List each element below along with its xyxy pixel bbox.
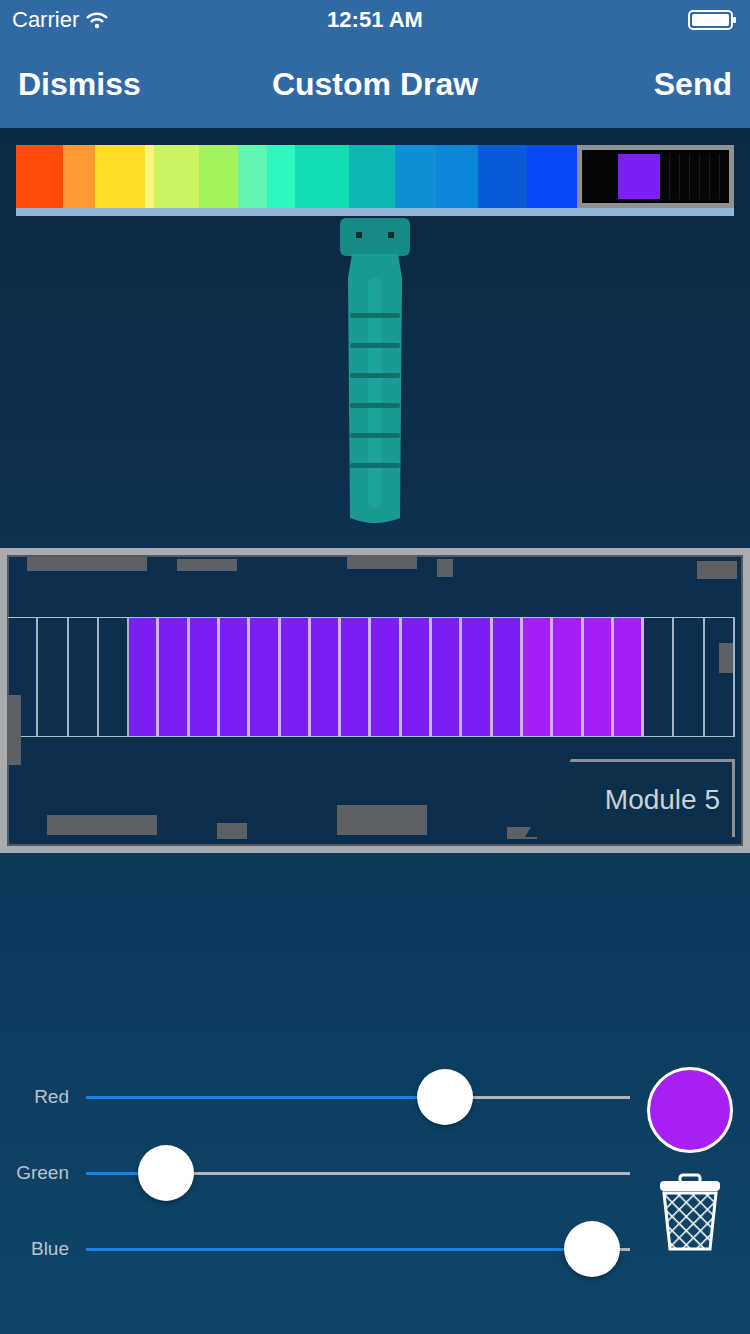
- led-cell[interactable]: [584, 618, 614, 736]
- led-cell[interactable]: [705, 618, 735, 736]
- led-cell[interactable]: [493, 618, 523, 736]
- module-label: Module 5: [605, 784, 720, 816]
- slider-track: [86, 1096, 630, 1099]
- frame-detail: [697, 561, 737, 579]
- grip-photo: [338, 218, 412, 526]
- frame-detail: [177, 559, 237, 571]
- slider-fill: [86, 1248, 592, 1251]
- color-swatch[interactable]: [527, 145, 576, 208]
- color-swatch[interactable]: [95, 145, 145, 208]
- module-label-panel: Module 5: [525, 759, 735, 837]
- battery-group: [423, 9, 738, 31]
- led-cell[interactable]: [38, 618, 68, 736]
- color-palette: [16, 145, 734, 216]
- thumb-dark: [586, 154, 618, 199]
- trash-icon: [658, 1173, 722, 1251]
- led-cell[interactable]: [250, 618, 280, 736]
- slider-thumb[interactable]: [417, 1069, 473, 1125]
- led-cell[interactable]: [190, 618, 220, 736]
- slider-fill: [86, 1096, 445, 1099]
- color-swatch[interactable]: [145, 145, 155, 208]
- slider-label: Red: [0, 1086, 69, 1108]
- color-swatch[interactable]: [349, 145, 395, 208]
- trash-button[interactable]: [658, 1173, 722, 1255]
- nav-title: Custom Draw: [272, 66, 478, 103]
- led-cell[interactable]: [402, 618, 432, 736]
- frame-detail: [337, 805, 427, 835]
- led-cell[interactable]: [371, 618, 401, 736]
- led-cell[interactable]: [644, 618, 674, 736]
- send-button[interactable]: Send: [478, 66, 732, 103]
- slider-list: Red Green Blue: [0, 1059, 630, 1287]
- slider-label: Green: [0, 1162, 69, 1184]
- nav-bar: DismissCustom DrawSend: [0, 40, 750, 128]
- status-bar: Carrier 12:51 AM: [0, 0, 750, 40]
- led-cell[interactable]: [220, 618, 250, 736]
- battery-icon: [688, 9, 738, 31]
- led-cell[interactable]: [69, 618, 99, 736]
- color-swatch[interactable]: [478, 145, 527, 208]
- led-cell[interactable]: [432, 618, 462, 736]
- color-swatch[interactable]: [395, 145, 436, 208]
- module-frame: Module 5: [0, 548, 750, 853]
- color-swatch[interactable]: [199, 145, 238, 208]
- thumb-stripe: [618, 154, 660, 199]
- led-cell[interactable]: [341, 618, 371, 736]
- carrier-label: Carrier: [12, 7, 79, 33]
- color-swatch[interactable]: [16, 145, 63, 208]
- color-controls: Red Green Blue: [0, 1059, 750, 1334]
- preview-column: [630, 1059, 750, 1287]
- frame-detail: [437, 559, 453, 577]
- color-preview: [647, 1067, 733, 1153]
- led-grid: [8, 617, 735, 737]
- module-thumbnail[interactable]: [577, 145, 734, 208]
- color-swatch[interactable]: [154, 145, 198, 208]
- led-cell[interactable]: [553, 618, 583, 736]
- frame-detail: [7, 695, 21, 765]
- led-cell[interactable]: [462, 618, 492, 736]
- led-cell[interactable]: [523, 618, 553, 736]
- slider-row: Green: [0, 1135, 630, 1211]
- color-swatch[interactable]: [238, 145, 267, 208]
- thumb-dark: [660, 154, 725, 199]
- carrier-group: Carrier: [12, 7, 327, 33]
- led-cell[interactable]: [674, 618, 704, 736]
- frame-detail: [27, 557, 147, 571]
- color-swatch[interactable]: [436, 145, 478, 208]
- wifi-icon: [85, 11, 109, 29]
- led-cell[interactable]: [159, 618, 189, 736]
- color-swatch[interactable]: [267, 145, 294, 208]
- frame-detail: [719, 643, 733, 673]
- clock: 12:51 AM: [327, 7, 423, 33]
- slider-thumb[interactable]: [564, 1221, 620, 1277]
- frame-detail: [47, 815, 157, 835]
- slider-track: [86, 1172, 630, 1175]
- slider-row: Blue: [0, 1211, 630, 1287]
- slider-track: [86, 1248, 630, 1251]
- color-swatch[interactable]: [295, 145, 349, 208]
- color-swatch[interactable]: [63, 145, 94, 208]
- dismiss-button[interactable]: Dismiss: [18, 66, 272, 103]
- grip-area: [0, 216, 750, 548]
- frame-detail: [217, 823, 247, 839]
- slider-row: Red: [0, 1059, 630, 1135]
- frame-detail: [347, 555, 417, 569]
- slider-label: Blue: [0, 1238, 69, 1260]
- led-cell[interactable]: [99, 618, 129, 736]
- led-cell[interactable]: [311, 618, 341, 736]
- slider-thumb[interactable]: [138, 1145, 194, 1201]
- led-cell[interactable]: [614, 618, 644, 736]
- led-cell[interactable]: [129, 618, 159, 736]
- led-cell[interactable]: [281, 618, 311, 736]
